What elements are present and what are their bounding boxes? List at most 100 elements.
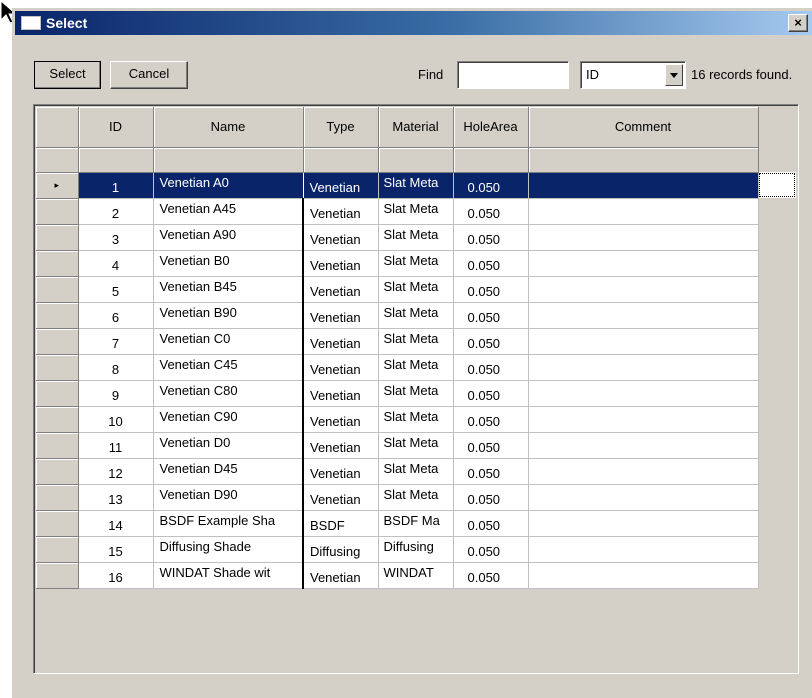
cell-type[interactable]: Venetian <box>303 224 379 251</box>
search-field-select[interactable]: ID <box>580 61 686 89</box>
row-indicator[interactable] <box>36 354 79 381</box>
table-row[interactable]: 10 Venetian C90 Venetian Slat Meta 0.050 <box>36 406 796 433</box>
cell-material[interactable]: Slat Meta <box>378 458 454 485</box>
cell-id[interactable]: 16 <box>78 562 154 589</box>
table-row[interactable]: 2 Venetian A45 Venetian Slat Meta 0.050 <box>36 198 796 225</box>
cell-type[interactable]: Venetian <box>303 172 379 199</box>
cell-material[interactable]: Slat Meta <box>378 432 454 459</box>
cell-holearea[interactable]: 0.050 <box>453 510 529 537</box>
table-row[interactable]: 8 Venetian C45 Venetian Slat Meta 0.050 <box>36 354 796 381</box>
cell-comment[interactable] <box>528 354 759 381</box>
cell-comment[interactable] <box>528 406 759 433</box>
cell-id[interactable]: 1 <box>78 172 154 199</box>
filter-cell-material[interactable] <box>378 147 454 173</box>
cell-id[interactable]: 3 <box>78 224 154 251</box>
cell-comment[interactable] <box>528 172 759 199</box>
cell-holearea[interactable]: 0.050 <box>453 484 529 511</box>
cell-material[interactable]: Slat Meta <box>378 250 454 277</box>
cell-name[interactable]: Venetian D45 <box>153 458 304 485</box>
cell-id[interactable]: 14 <box>78 510 154 537</box>
column-header-name[interactable]: Name <box>153 107 304 148</box>
cell-type[interactable]: Venetian <box>303 328 379 355</box>
cell-comment[interactable] <box>528 510 759 537</box>
cell-holearea[interactable]: 0.050 <box>453 536 529 563</box>
cell-name[interactable]: Venetian A90 <box>153 224 304 251</box>
table-row[interactable]: 12 Venetian D45 Venetian Slat Meta 0.050 <box>36 458 796 485</box>
cell-holearea[interactable]: 0.050 <box>453 562 529 589</box>
cell-holearea[interactable]: 0.050 <box>453 432 529 459</box>
cell-type[interactable]: Venetian <box>303 198 379 225</box>
cell-type[interactable]: BSDF <box>303 510 379 537</box>
row-indicator[interactable] <box>36 302 79 329</box>
cell-id[interactable]: 7 <box>78 328 154 355</box>
cell-holearea[interactable]: 0.050 <box>453 302 529 329</box>
cell-material[interactable]: Slat Meta <box>378 380 454 407</box>
table-row[interactable]: 5 Venetian B45 Venetian Slat Meta 0.050 <box>36 276 796 303</box>
cell-id[interactable]: 11 <box>78 432 154 459</box>
table-row[interactable]: 13 Venetian D90 Venetian Slat Meta 0.050 <box>36 484 796 511</box>
cell-comment[interactable] <box>528 198 759 225</box>
row-indicator[interactable] <box>36 510 79 537</box>
cell-material[interactable]: Slat Meta <box>378 276 454 303</box>
close-button[interactable]: × <box>788 14 808 32</box>
column-header-id[interactable]: ID <box>78 107 154 148</box>
cell-name[interactable]: Venetian B90 <box>153 302 304 329</box>
table-row[interactable]: 4 Venetian B0 Venetian Slat Meta 0.050 <box>36 250 796 277</box>
cell-material[interactable]: Slat Meta <box>378 406 454 433</box>
cell-type[interactable]: Venetian <box>303 354 379 381</box>
cell-name[interactable]: Venetian D0 <box>153 432 304 459</box>
select-button[interactable]: Select <box>34 61 101 89</box>
cell-id[interactable]: 15 <box>78 536 154 563</box>
cell-id[interactable]: 13 <box>78 484 154 511</box>
cell-id[interactable]: 6 <box>78 302 154 329</box>
cell-type[interactable]: Venetian <box>303 484 379 511</box>
cell-comment[interactable] <box>528 432 759 459</box>
cell-comment[interactable] <box>528 458 759 485</box>
cell-type[interactable]: Venetian <box>303 276 379 303</box>
cell-type[interactable]: Venetian <box>303 562 379 589</box>
row-indicator[interactable] <box>36 562 79 589</box>
cell-holearea[interactable]: 0.050 <box>453 224 529 251</box>
filter-cell-name[interactable] <box>153 147 304 173</box>
cell-type[interactable]: Venetian <box>303 302 379 329</box>
cell-name[interactable]: Diffusing Shade <box>153 536 304 563</box>
cell-material[interactable]: Slat Meta <box>378 328 454 355</box>
cell-material[interactable]: WINDAT <box>378 562 454 589</box>
row-indicator[interactable] <box>36 406 79 433</box>
cell-id[interactable]: 10 <box>78 406 154 433</box>
records-grid[interactable]: ID Name Type Material HoleArea Comment ▸… <box>33 104 799 674</box>
cell-name[interactable]: Venetian C80 <box>153 380 304 407</box>
row-indicator[interactable] <box>36 276 79 303</box>
cell-name[interactable]: Venetian C90 <box>153 406 304 433</box>
row-indicator[interactable] <box>36 458 79 485</box>
filter-cell-type[interactable] <box>303 147 379 173</box>
find-input[interactable] <box>457 61 569 89</box>
title-bar[interactable]: Select × <box>15 11 812 35</box>
cell-material[interactable]: Slat Meta <box>378 198 454 225</box>
filter-cell-id[interactable] <box>78 147 154 173</box>
row-indicator[interactable] <box>36 536 79 563</box>
filter-cell-comment[interactable] <box>528 147 759 173</box>
cell-id[interactable]: 2 <box>78 198 154 225</box>
column-header-type[interactable]: Type <box>303 107 379 148</box>
cell-type[interactable]: Venetian <box>303 432 379 459</box>
table-row[interactable]: ▸ 1 Venetian A0 Venetian Slat Meta 0.050 <box>36 172 796 199</box>
column-header-holearea[interactable]: HoleArea <box>453 107 529 148</box>
cell-name[interactable]: Venetian B45 <box>153 276 304 303</box>
cell-id[interactable]: 4 <box>78 250 154 277</box>
filter-cell-holearea[interactable] <box>453 147 529 173</box>
cell-name[interactable]: Venetian C45 <box>153 354 304 381</box>
cell-id[interactable]: 5 <box>78 276 154 303</box>
cancel-button[interactable]: Cancel <box>110 61 188 89</box>
cell-holearea[interactable]: 0.050 <box>453 328 529 355</box>
row-indicator[interactable] <box>36 224 79 251</box>
cell-material[interactable]: Slat Meta <box>378 354 454 381</box>
cell-id[interactable]: 9 <box>78 380 154 407</box>
cell-material[interactable]: BSDF Ma <box>378 510 454 537</box>
row-indicator[interactable] <box>36 328 79 355</box>
table-row[interactable]: 16 WINDAT Shade wit Venetian WINDAT 0.050 <box>36 562 796 589</box>
table-row[interactable]: 14 BSDF Example Sha BSDF BSDF Ma 0.050 <box>36 510 796 537</box>
table-row[interactable]: 7 Venetian C0 Venetian Slat Meta 0.050 <box>36 328 796 355</box>
row-indicator[interactable] <box>36 484 79 511</box>
cell-holearea[interactable]: 0.050 <box>453 406 529 433</box>
